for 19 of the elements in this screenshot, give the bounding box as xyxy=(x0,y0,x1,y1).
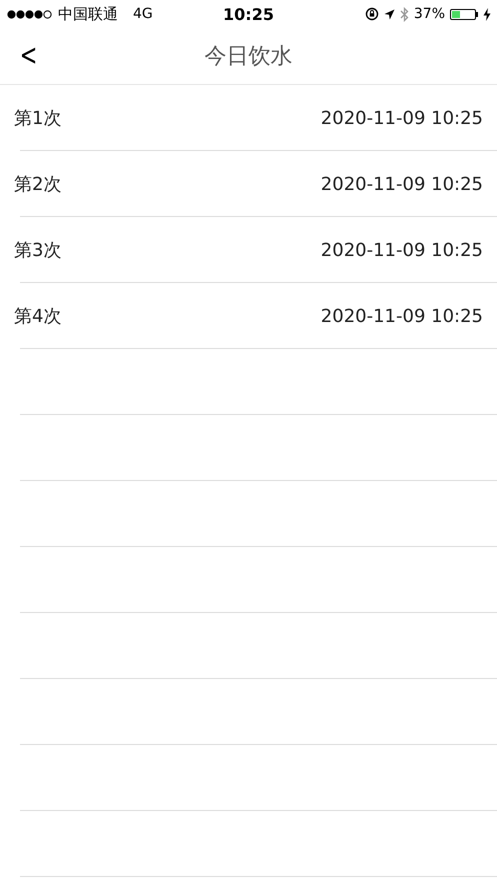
network-type: 4G xyxy=(133,6,153,22)
battery-icon xyxy=(450,8,478,20)
rotation-lock-icon xyxy=(364,7,379,21)
bluetooth-icon xyxy=(400,6,409,22)
record-time: 2020-11-09 10:25 xyxy=(320,306,483,326)
location-arrow-icon xyxy=(384,8,395,20)
record-label: 第1次 xyxy=(14,107,62,130)
battery-percent: 37% xyxy=(414,6,445,22)
page-title: 今日饮水 xyxy=(204,43,292,71)
record-label: 第2次 xyxy=(14,173,62,196)
signal-icon xyxy=(7,10,53,18)
record-time: 2020-11-09 10:25 xyxy=(320,240,483,260)
record-time: 2020-11-09 10:25 xyxy=(320,174,483,194)
carrier-name: 中国联通 xyxy=(58,4,118,24)
record-label: 第3次 xyxy=(14,239,62,262)
record-time: 2020-11-09 10:25 xyxy=(320,108,483,128)
status-time: 10:25 xyxy=(222,4,275,24)
back-button[interactable]: < xyxy=(16,38,42,74)
record-label: 第4次 xyxy=(14,305,62,328)
